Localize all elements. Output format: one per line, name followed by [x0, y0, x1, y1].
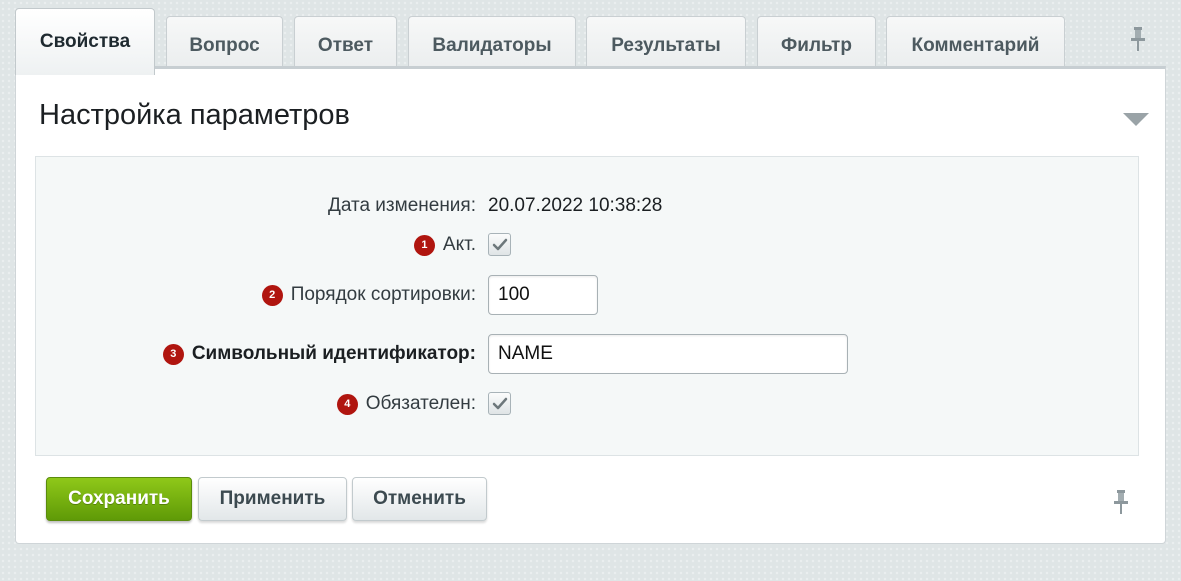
required-checkbox[interactable] [488, 392, 511, 415]
code-input[interactable] [488, 334, 848, 374]
code-label-text: Символьный идентификатор: [191, 343, 476, 364]
sort-order-input[interactable] [488, 275, 598, 315]
section-title: Настройка параметров [39, 99, 350, 131]
sort-row: 2 Порядок сортировки: [36, 275, 1138, 315]
check-icon [492, 397, 507, 409]
required-row: 4 Обязателен: [36, 391, 1138, 417]
form-area: Дата изменения: 20.07.2022 10:38:28 1 Ак… [35, 156, 1139, 456]
cancel-button[interactable]: Отменить [352, 477, 487, 521]
marker-badge: 3 [162, 343, 184, 365]
active-row: 1 Акт. [36, 232, 1138, 258]
tab-properties[interactable]: Свойства [15, 8, 155, 75]
active-label: 1 Акт. [413, 232, 476, 258]
date-label: Дата изменения: [328, 193, 476, 219]
sort-label: 2 Порядок сортировки: [261, 282, 476, 308]
apply-button[interactable]: Применить [198, 477, 347, 521]
required-label-text: Обязателен: [365, 393, 476, 414]
sort-label-text: Порядок сортировки: [290, 284, 476, 305]
marker-badge: 1 [413, 234, 435, 256]
settings-panel: Настройка параметров Дата изменения: 20.… [15, 66, 1166, 544]
save-button[interactable]: Сохранить [46, 477, 192, 521]
active-label-text: Акт. [442, 234, 476, 255]
code-label: 3 Символьный идентификатор: [162, 341, 476, 367]
required-label: 4 Обязателен: [336, 391, 476, 417]
date-label-text: Дата изменения: [327, 195, 476, 216]
pin-icon[interactable] [1111, 488, 1131, 516]
marker-badge: 2 [261, 284, 283, 306]
date-value: 20.07.2022 10:38:28 [488, 195, 663, 216]
date-row: Дата изменения: 20.07.2022 10:38:28 [36, 193, 1138, 219]
check-icon [492, 238, 507, 250]
pin-icon[interactable] [1128, 25, 1148, 53]
marker-badge: 4 [336, 393, 358, 415]
code-row: 3 Символьный идентификатор: [36, 334, 1138, 374]
active-checkbox[interactable] [488, 233, 511, 256]
chevron-down-icon[interactable] [1123, 113, 1149, 127]
